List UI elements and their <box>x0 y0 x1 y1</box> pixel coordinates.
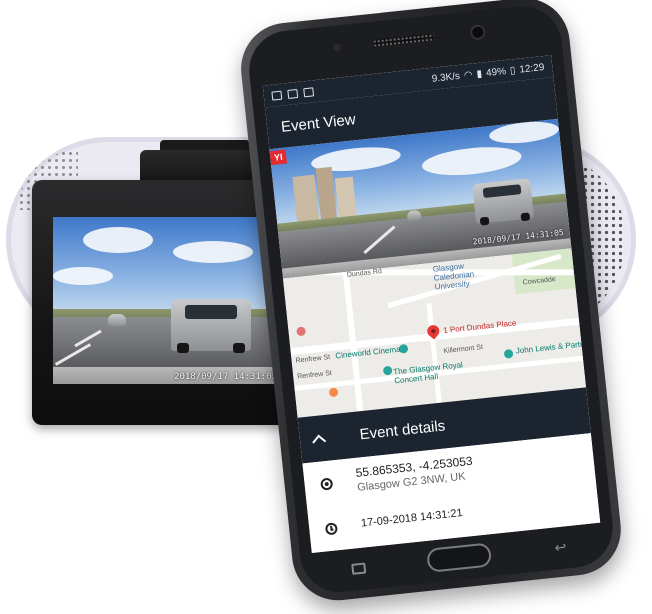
yi-logo: YI <box>269 149 287 166</box>
car-far <box>108 314 126 326</box>
battery-level: 49% <box>485 65 507 79</box>
chevron-up-icon[interactable] <box>312 434 327 449</box>
smartphone: 9.3K/s ◠ ▮ 49% ▯ 12:29 Event View YI 201… <box>202 0 652 614</box>
page-title: Event View <box>280 110 357 136</box>
car-suv <box>472 178 535 226</box>
cloud <box>53 267 113 285</box>
status-left <box>271 86 315 101</box>
map-label-killermont: Killermont St <box>443 344 484 356</box>
recent-apps-icon[interactable] <box>351 562 367 575</box>
shop-poi-icon[interactable] <box>503 348 514 359</box>
restaurant-poi-icon[interactable] <box>328 387 339 398</box>
signal-icon: ▮ <box>476 68 483 80</box>
car-far <box>406 209 422 222</box>
cast-icon <box>287 88 299 99</box>
phone-screen: 9.3K/s ◠ ▮ 49% ▯ 12:29 Event View YI 201… <box>262 55 601 553</box>
map-label-university: Glasgow Caledonian University <box>432 261 475 292</box>
battery-icon: ▯ <box>509 64 517 77</box>
map-road <box>426 303 442 404</box>
back-icon[interactable]: ↩ <box>554 538 569 555</box>
event-details-title: Event details <box>358 416 447 443</box>
map-label-renfrew-1: Renfrew St <box>295 354 331 365</box>
network-speed: 9.3K/s <box>431 70 461 85</box>
home-button[interactable] <box>426 542 493 573</box>
clock-icon <box>324 522 339 536</box>
cloud <box>83 227 153 253</box>
clock-time: 12:29 <box>518 61 545 76</box>
concert-hall-poi-icon[interactable] <box>382 365 393 376</box>
notification-icon <box>303 86 315 97</box>
poi-icon[interactable] <box>296 326 307 337</box>
map-label-renfrew-2: Renfrew St <box>296 369 333 381</box>
wifi-icon: ◠ <box>463 69 474 81</box>
map-label-john-lewis: John Lewis & Partne <box>515 338 587 356</box>
location-target-icon <box>320 477 334 491</box>
sd-icon <box>271 90 283 101</box>
event-datetime: 17-09-2018 14:31:21 <box>360 507 464 530</box>
